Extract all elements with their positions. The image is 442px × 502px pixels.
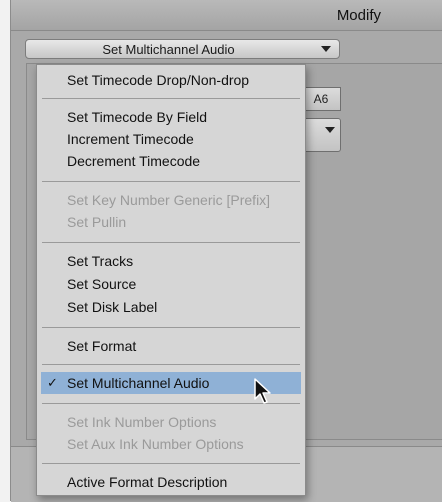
menu-separator	[42, 364, 300, 365]
menu-item-increment-timecode[interactable]: Increment Timecode	[37, 128, 305, 150]
dropdown-selected-label: Set Multichannel Audio	[102, 42, 235, 57]
menu-separator	[42, 463, 300, 464]
menu-item-set-tracks[interactable]: Set Tracks	[37, 250, 305, 272]
chevron-down-icon	[325, 127, 335, 133]
secondary-dropdown[interactable]	[301, 118, 341, 152]
menu-item-set-disk-label[interactable]: Set Disk Label	[37, 296, 305, 318]
menu-separator	[42, 242, 300, 243]
modify-window: Modify Set Multichannel Audio A6 Set Tim…	[10, 0, 442, 502]
menu-item-set-format[interactable]: Set Format	[37, 335, 305, 357]
modify-option-menu: Set Timecode Drop/Non-drop Set Timecode …	[36, 64, 306, 496]
menu-item-label: Set Multichannel Audio	[67, 375, 210, 391]
chevron-down-icon	[321, 46, 331, 52]
menu-separator	[42, 181, 300, 182]
menu-separator	[42, 327, 300, 328]
menu-item-set-aux-ink-number-options: Set Aux Ink Number Options	[67, 436, 244, 452]
menu-item-set-source[interactable]: Set Source	[37, 273, 305, 295]
modify-option-dropdown[interactable]: Set Multichannel Audio	[25, 39, 340, 59]
menu-item-decrement-timecode[interactable]: Decrement Timecode	[37, 150, 305, 172]
menu-separator	[42, 98, 300, 99]
menu-item-set-key-number-generic: Set Key Number Generic [Prefix]	[67, 192, 271, 208]
title-bar: Modify	[11, 0, 442, 31]
menu-item-active-format-description[interactable]: Active Format Description	[37, 471, 305, 493]
menu-item-set-timecode-by-field[interactable]: Set Timecode By Field	[37, 106, 305, 128]
menu-item-set-ink-number-options: Set Ink Number Options	[67, 414, 217, 430]
menu-item-set-pullin: Set Pullin	[67, 214, 127, 230]
mouse-pointer-icon	[254, 378, 271, 404]
window-title: Modify	[336, 7, 381, 24]
a6-button[interactable]: A6	[301, 87, 341, 111]
checkmark-icon: ✓	[47, 375, 58, 390]
menu-item-set-timecode-drop[interactable]: Set Timecode Drop/Non-drop	[37, 69, 305, 91]
